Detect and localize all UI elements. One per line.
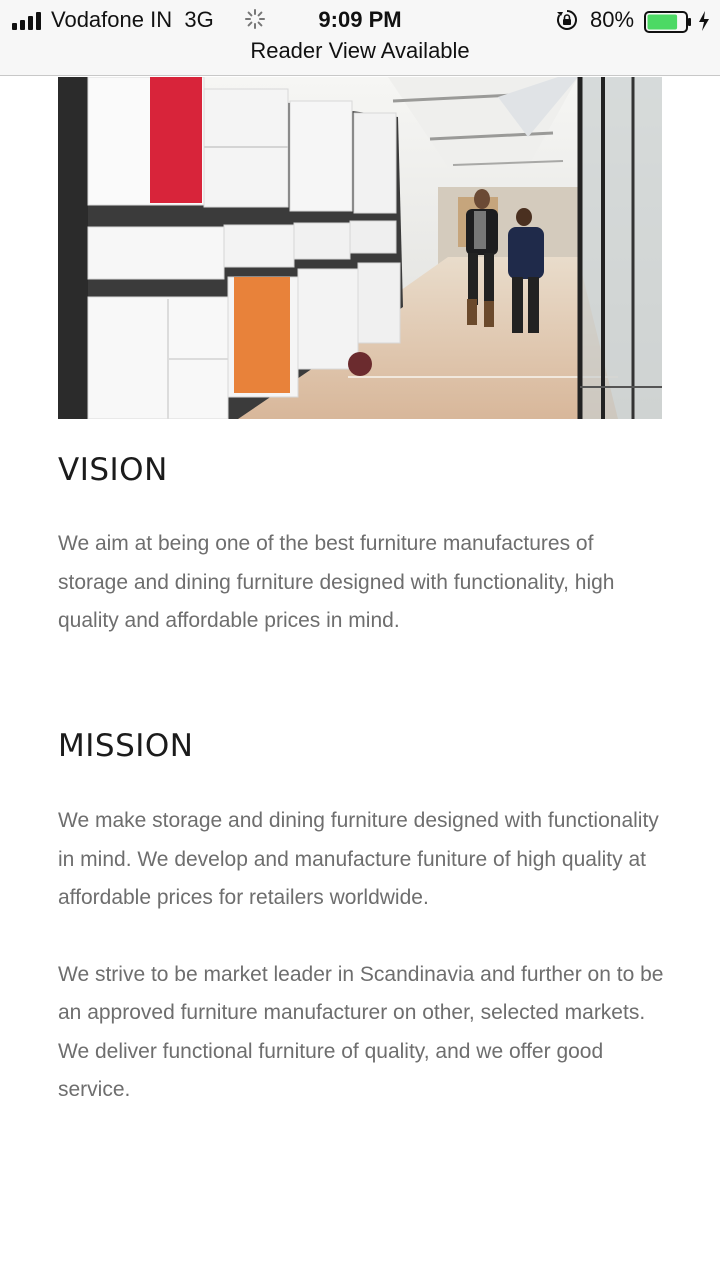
- status-row: Vodafone IN 3G 9:09 PM 80%: [0, 4, 720, 36]
- vision-heading: VISION: [58, 452, 168, 488]
- mission-section: MISSION We make storage and dining furni…: [58, 728, 668, 1110]
- reader-view-button[interactable]: Reader View Available: [0, 38, 720, 64]
- mission-paragraph-1: We make storage and dining furniture des…: [58, 809, 659, 909]
- mission-heading: MISSION: [58, 728, 194, 764]
- vision-text: We aim at being one of the best furnitur…: [58, 532, 615, 632]
- battery-percent: 80%: [590, 7, 635, 32]
- orientation-lock-icon: [557, 10, 577, 30]
- vision-section: VISION We aim at being one of the best f…: [58, 452, 668, 641]
- hero-image: [58, 77, 662, 419]
- showroom-photo: [58, 77, 662, 419]
- mission-paragraph-2: We strive to be market leader in Scandin…: [58, 962, 664, 1102]
- battery-icon: [644, 11, 691, 33]
- charging-icon: [699, 11, 709, 31]
- status-bar: Vodafone IN 3G 9:09 PM 80% Reader View A…: [0, 0, 720, 76]
